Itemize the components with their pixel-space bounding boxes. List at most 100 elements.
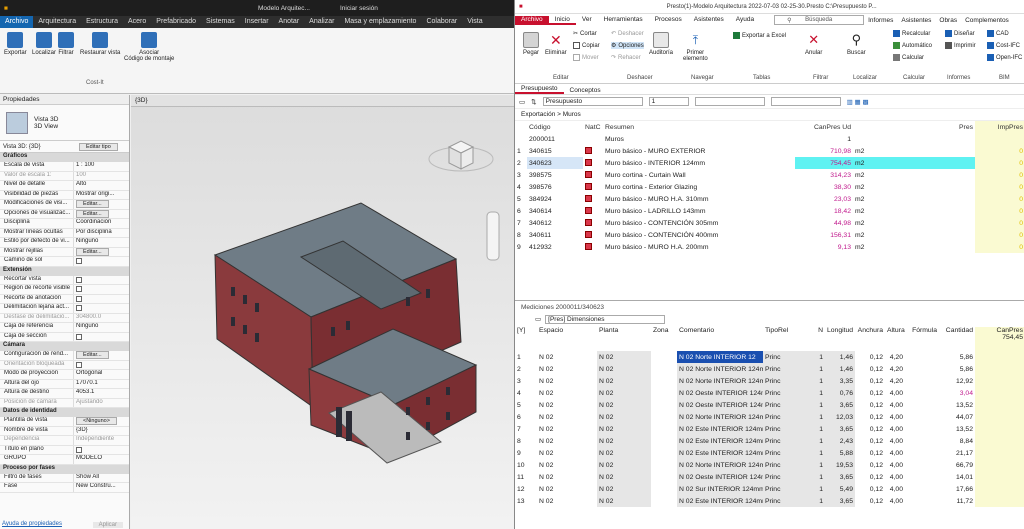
property-checkbox[interactable] [76, 295, 82, 302]
property-value[interactable]: Show All [73, 473, 129, 482]
revit-signin[interactable]: Iniciar sesión [340, 5, 378, 12]
property-value[interactable]: 304800.0 [73, 313, 129, 322]
restaurar-vista-button[interactable]: Restaurar vista [80, 32, 120, 56]
medicion-cell[interactable]: N 02 [537, 471, 597, 483]
medicion-cell[interactable]: 1 [791, 483, 825, 495]
medicion-cell[interactable]: 66,79 [939, 459, 975, 471]
exportar-excel-button[interactable]: Exportar a Excel [733, 32, 786, 39]
property-row[interactable]: Caja de sección [0, 332, 129, 342]
medicion-cell[interactable]: 1,46 [825, 351, 855, 363]
medicion-cell[interactable]: 5,49 [825, 483, 855, 495]
cortar-button[interactable]: ✂ Cortar [573, 30, 597, 38]
medicion-cell[interactable]: 4,20 [885, 351, 905, 363]
medicion-cell[interactable]: N 02 [597, 423, 651, 435]
medicion-cell[interactable]: 0,12 [855, 423, 885, 435]
medicion-cell[interactable]: 1 [791, 423, 825, 435]
medicion-cell[interactable]: 9 [515, 447, 537, 459]
medicion-cell[interactable]: 5,86 [939, 363, 975, 375]
medicion-cell[interactable]: 1 [791, 459, 825, 471]
medicion-cell[interactable] [651, 363, 677, 375]
pegar-button[interactable]: Pegar [523, 32, 539, 56]
medicion-cell[interactable]: 19,53 [825, 459, 855, 471]
medicion-cell[interactable]: N 02 Sur INTERIOR 124mm [677, 483, 763, 495]
property-value[interactable]: Editar... [73, 247, 129, 256]
medicion-cell[interactable] [905, 483, 939, 495]
toolbar-sort-icon[interactable]: ⇅ [531, 98, 536, 106]
revit-menu-9[interactable]: Masa y emplazamiento [339, 16, 421, 28]
medicion-row[interactable]: 10 N 02 N 02 N 02 Norte INTERIOR 124m Princ 1… [515, 459, 1024, 471]
medicion-cell[interactable] [905, 375, 939, 387]
open-ifc-button[interactable]: Open-IFC [987, 54, 1022, 61]
property-value[interactable] [73, 332, 129, 341]
medicion-cell[interactable] [905, 387, 939, 399]
medicion-cell[interactable]: N 02 Norte INTERIOR 124m [677, 375, 763, 387]
navigation-bar[interactable] [486, 211, 500, 261]
property-checkbox[interactable] [76, 446, 82, 453]
medicion-cell[interactable]: 1 [791, 495, 825, 507]
medicion-cell[interactable]: 0,12 [855, 459, 885, 471]
exportar-button[interactable]: Exportar [4, 32, 27, 56]
medicion-cell[interactable]: 1 [791, 471, 825, 483]
property-row[interactable]: Visibilidad de piezas Mostrar origi... [0, 190, 129, 200]
medicion-cell[interactable]: N 02 Norte INTERIOR 124m [677, 411, 763, 423]
col-codigo[interactable]: Código [527, 121, 583, 133]
medicion-row[interactable]: 7N 02 N 02 N 02 Este INTERIOR 124mr Princ 1 3… [515, 423, 1024, 435]
medicion-cell[interactable]: N 02 [597, 483, 651, 495]
medicion-cell[interactable]: N 02 [537, 483, 597, 495]
medicion-cell[interactable]: 5,86 [939, 351, 975, 363]
type-selector[interactable]: Vista 3D 3D View [0, 105, 129, 141]
presto-menu-3[interactable]: Herramientas [598, 16, 649, 25]
property-value[interactable]: Ajustando [73, 398, 129, 407]
presto-right-menu-2[interactable]: Obras [935, 17, 961, 24]
revit-menu-5[interactable]: Sistemas [201, 16, 240, 28]
mover-button[interactable]: Mover [573, 54, 599, 61]
tab-presupuesto[interactable]: Presupuesto [515, 85, 564, 94]
property-row[interactable]: Opciones de visualizac... Editar... [0, 209, 129, 219]
medicion-cell[interactable]: 0,12 [855, 495, 885, 507]
concept-row[interactable]: 4 398576 Muro cortina - Exterior Glazing 38… [515, 181, 1024, 193]
col-pres[interactable]: Pres [871, 121, 975, 133]
presto-menu-1[interactable]: Inicio [548, 16, 576, 25]
medicion-cell[interactable] [905, 411, 939, 423]
medicion-cell[interactable] [651, 387, 677, 399]
lower-col-1[interactable]: Espacio [537, 327, 597, 351]
medicion-row[interactable]: 6N 02 N 02 N 02 Norte INTERIOR 124m Princ 1 1… [515, 411, 1024, 423]
concept-row[interactable]: 6 340614 Muro básico - LADRILLO 143mm 18,42… [515, 205, 1024, 217]
medicion-cell[interactable]: 3 [515, 375, 537, 387]
medicion-cell[interactable]: N 02 [597, 447, 651, 459]
property-edit-button[interactable]: <Ninguno> [76, 417, 117, 425]
asociar-button[interactable]: Asociar Código de montaje [124, 32, 174, 62]
deshacer-button[interactable]: ↶ Deshacer [611, 30, 644, 38]
medicion-cell[interactable]: Princ [763, 447, 791, 459]
medicion-cell[interactable]: 2,43 [825, 435, 855, 447]
property-value[interactable]: Mostrar origi... [73, 190, 129, 199]
medicion-cell[interactable]: 6 [515, 411, 537, 423]
property-value[interactable] [73, 304, 129, 313]
medicion-cell[interactable]: N 02 [597, 495, 651, 507]
property-row[interactable]: Mostrar rejillas Editar... [0, 247, 129, 257]
medicion-cell[interactable]: 3,65 [825, 399, 855, 411]
medicion-cell[interactable]: N 02 [537, 435, 597, 447]
medicion-cell[interactable]: 12 [515, 483, 537, 495]
medicion-cell[interactable]: N 02 Norte INTERIOR 124m [677, 363, 763, 375]
filter-select[interactable]: Presupuesto [542, 97, 643, 106]
property-value[interactable]: Por disciplina [73, 228, 129, 237]
medicion-cell[interactable]: 3,65 [825, 495, 855, 507]
medicion-cell[interactable]: 1 [791, 399, 825, 411]
medicion-cell[interactable]: N 02 [597, 435, 651, 447]
property-row[interactable]: Título en plano [0, 445, 129, 455]
view-cube-icon[interactable] [428, 140, 494, 172]
primer-elemento-button[interactable]: ⤒ Primer elemento [683, 32, 708, 62]
property-row[interactable]: Fase New Constru... [0, 483, 129, 493]
medicion-cell[interactable]: N 02 [597, 351, 651, 363]
medicion-row[interactable]: 3N 02 N 02 N 02 Norte INTERIOR 124m Princ 1 3… [515, 375, 1024, 387]
medicion-cell[interactable]: 13 [515, 495, 537, 507]
medicion-cell[interactable]: Princ [763, 351, 791, 363]
property-row[interactable]: Región de recorte visible [0, 285, 129, 295]
revit-menu-7[interactable]: Anotar [274, 16, 305, 28]
property-row[interactable]: Configuración de rend... Editar... [0, 351, 129, 361]
medicion-cell[interactable]: Princ [763, 411, 791, 423]
medicion-row[interactable]: 9N 02 N 02 N 02 Este INTERIOR 124mr Princ 1 5… [515, 447, 1024, 459]
col-natc[interactable]: NatC [583, 121, 603, 133]
medicion-cell[interactable]: N 02 Este INTERIOR 124mr [677, 435, 763, 447]
